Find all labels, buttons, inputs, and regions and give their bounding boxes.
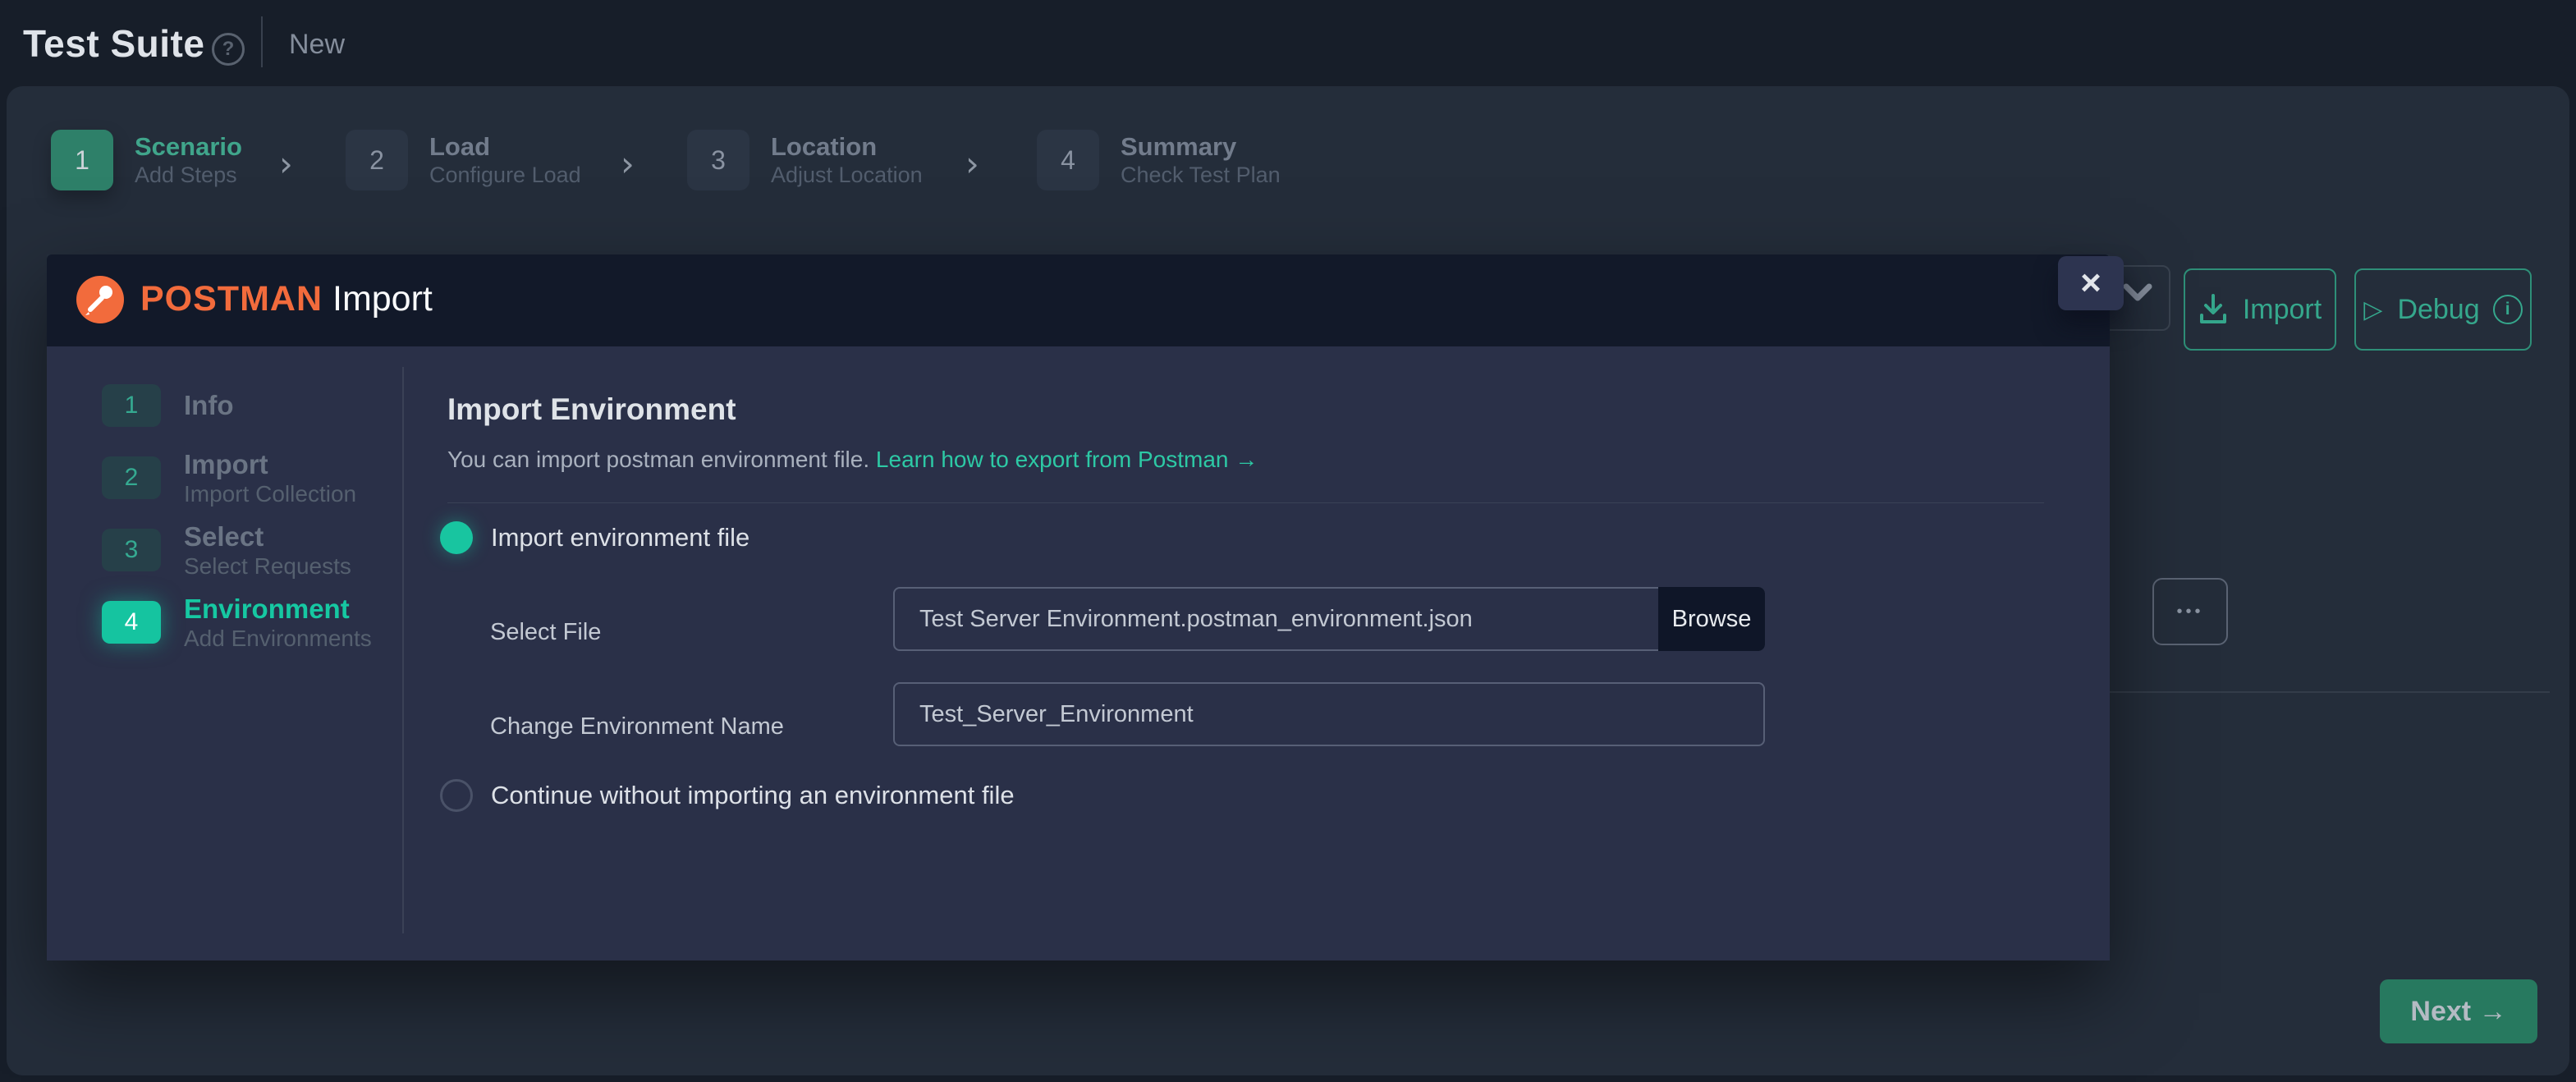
top-header: Test Suite ? New [0, 0, 2576, 86]
step-title: Location [771, 131, 923, 162]
app-screen: Test Suite ? New 1 Scenario Add Steps › … [0, 0, 2576, 1082]
chevron-right-icon: › [621, 144, 635, 184]
step-subtitle: Check Test Plan [1121, 162, 1281, 189]
radio-selected-icon[interactable] [440, 521, 473, 554]
next-button-label: Next → [2410, 996, 2506, 1028]
step-subtitle: Configure Load [429, 162, 581, 189]
modal-description: You can import postman environment file.… [447, 447, 1258, 473]
description-text: You can import postman environment file. [447, 447, 876, 472]
modal-step-subtitle: Add Environments [184, 625, 372, 652]
step-subtitle: Add Steps [135, 162, 242, 189]
chevron-down-icon [2121, 282, 2154, 309]
postman-import-modal: POSTMAN Import × 1 Info 2 Import Import … [47, 254, 2110, 961]
breadcrumb-new: New [289, 29, 345, 61]
modal-title: Import [332, 279, 433, 319]
step-number-badge: 4 [1037, 130, 1099, 190]
browse-button-label: Browse [1672, 606, 1752, 633]
close-icon[interactable]: × [2058, 256, 2124, 310]
step-title: Summary [1121, 131, 1281, 162]
wizard-step-load[interactable]: 2 Load Configure Load [346, 130, 581, 190]
radio-skip-label: Continue without importing an environmen… [491, 781, 1015, 810]
modal-step-import[interactable]: 2 Import Import Collection [102, 448, 397, 507]
chevron-right-icon: › [279, 144, 293, 184]
more-options-button[interactable]: ••• [2152, 578, 2228, 645]
step-number-badge: 2 [346, 130, 408, 190]
step-subtitle: Adjust Location [771, 162, 923, 189]
import-button[interactable]: Import [2184, 268, 2336, 351]
header-divider [261, 16, 263, 67]
modal-step-environment[interactable]: 4 Environment Add Environments [102, 593, 397, 652]
sidebar-divider [402, 367, 404, 933]
modal-step-title: Import [184, 449, 356, 480]
import-button-label: Import [2243, 294, 2322, 326]
modal-step-subtitle: Import Collection [184, 480, 356, 507]
step-number-badge: 1 [51, 130, 113, 190]
step-number-badge: 3 [687, 130, 749, 190]
modal-step-badge: 3 [102, 529, 161, 571]
radio-import-environment[interactable]: Import environment file [440, 521, 749, 554]
play-icon: ▷ [2363, 296, 2382, 324]
ellipsis-icon: ••• [2176, 603, 2203, 621]
section-divider [2110, 691, 2550, 693]
modal-step-subtitle: Select Requests [184, 552, 351, 580]
wizard-step-bar: 1 Scenario Add Steps › 2 Load Configure … [7, 86, 2569, 218]
modal-step-select[interactable]: 3 Select Select Requests [102, 520, 397, 580]
radio-unselected-icon[interactable] [440, 779, 473, 812]
modal-brand: POSTMAN [140, 279, 323, 319]
modal-step-badge: 4 [102, 601, 161, 644]
help-icon[interactable]: ? [212, 33, 245, 66]
step-title: Load [429, 131, 581, 162]
next-button[interactable]: Next → [2380, 979, 2537, 1043]
env-name-label: Change Environment Name [490, 713, 784, 740]
content-divider [447, 502, 2044, 503]
modal-header: POSTMAN Import × [47, 254, 2110, 346]
file-input[interactable] [893, 587, 1765, 651]
modal-body: 1 Info 2 Import Import Collection 3 Sele… [47, 346, 2110, 961]
modal-step-title: Environment [184, 594, 372, 625]
debug-button-label: Debug [2397, 294, 2479, 326]
select-file-label: Select File [490, 619, 601, 646]
modal-step-badge: 2 [102, 456, 161, 499]
page-title: Test Suite [23, 21, 204, 66]
env-name-input[interactable] [893, 682, 1765, 746]
modal-step-title: Info [184, 390, 233, 421]
step-title: Scenario [135, 131, 242, 162]
wizard-step-location[interactable]: 3 Location Adjust Location [687, 130, 923, 190]
modal-heading: Import Environment [447, 392, 736, 427]
modal-step-title: Select [184, 521, 351, 552]
export-help-link[interactable]: Learn how to export from Postman → [876, 447, 1258, 472]
radio-skip-environment[interactable]: Continue without importing an environmen… [440, 779, 1015, 812]
wizard-step-summary[interactable]: 4 Summary Check Test Plan [1037, 130, 1281, 190]
modal-step-info[interactable]: 1 Info [102, 376, 397, 435]
browse-button[interactable]: Browse [1658, 587, 1765, 651]
info-icon: i [2493, 295, 2523, 324]
wizard-step-scenario[interactable]: 1 Scenario Add Steps [51, 130, 242, 190]
postman-logo-icon [76, 276, 124, 323]
download-icon [2198, 294, 2228, 325]
radio-import-label: Import environment file [491, 523, 749, 552]
chevron-right-icon: › [965, 144, 979, 184]
debug-button[interactable]: ▷ Debug i [2354, 268, 2532, 351]
modal-step-badge: 1 [102, 384, 161, 427]
